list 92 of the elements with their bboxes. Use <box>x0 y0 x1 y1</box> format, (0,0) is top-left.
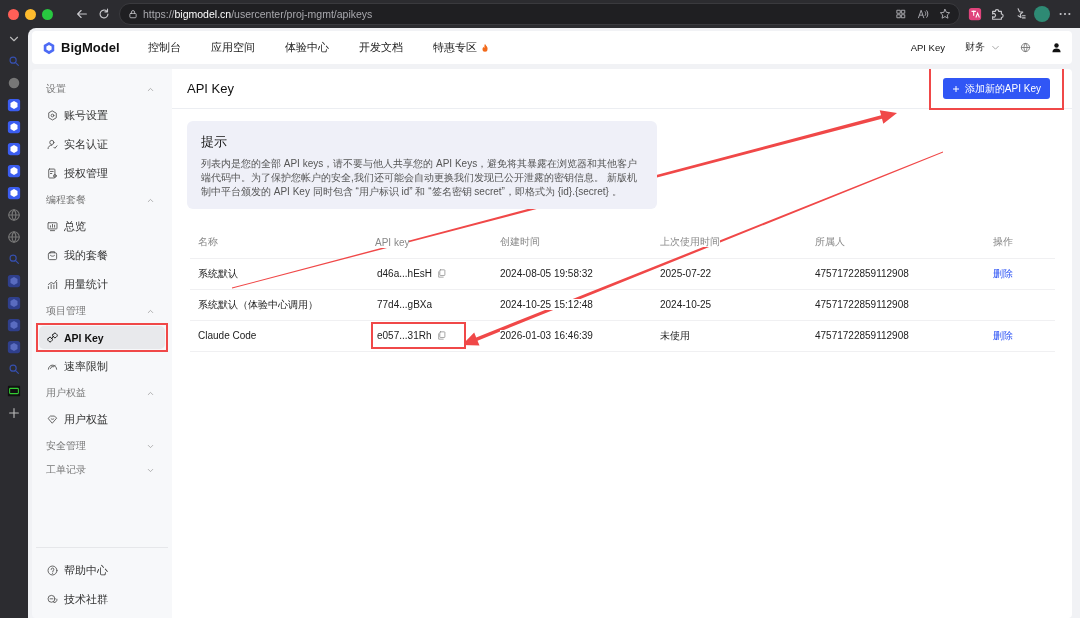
app-icon[interactable] <box>7 164 21 178</box>
plus-icon <box>951 84 960 93</box>
window-maximize-button[interactable] <box>42 8 53 20</box>
read-aloud-icon[interactable] <box>917 8 929 20</box>
group-title: 安全管理 <box>46 439 86 453</box>
help-icon <box>47 565 58 576</box>
group-title: 用户权益 <box>46 386 86 400</box>
page-title: API Key <box>187 81 234 96</box>
sidebar-item[interactable]: 速率限制 <box>39 355 165 378</box>
column-header: 创建时间 <box>500 236 540 248</box>
add-api-key-button[interactable]: 添加新的API Key <box>942 78 1050 99</box>
app-icon[interactable] <box>7 142 21 156</box>
api-key-text: d46a...hEsH <box>377 268 433 279</box>
delete-link[interactable]: 删除 <box>993 267 1013 279</box>
sidebar-item[interactable]: 用户权益 <box>39 408 165 431</box>
table-cell: 47571722859112908 <box>815 330 909 341</box>
column-header: 所属人 <box>815 236 845 248</box>
table-cell: 47571722859112908 <box>815 299 909 310</box>
nav-link[interactable]: API Key <box>910 42 945 53</box>
app-icon[interactable] <box>7 186 21 200</box>
gauge-icon <box>47 361 58 372</box>
window-minimize-button[interactable] <box>25 8 36 20</box>
hint-title: 提示 <box>201 133 228 151</box>
group-title: 项目管理 <box>46 304 86 318</box>
sidebar-item[interactable]: 账号设置 <box>39 104 165 127</box>
api-key-text: e057...31Rh <box>377 330 432 341</box>
settings-icon <box>47 110 58 121</box>
group-title: 设置 <box>46 82 66 96</box>
nav-link[interactable]: 体验中心 <box>284 40 329 55</box>
sidebar-item[interactable]: 授权管理 <box>39 162 165 185</box>
delete-link[interactable]: 删除 <box>993 329 1013 341</box>
globe-icon[interactable] <box>7 230 21 244</box>
logo-icon[interactable] <box>42 40 56 55</box>
table-cell: 系统默认 <box>198 267 238 279</box>
nav-link[interactable]: 开发文档 <box>358 40 403 55</box>
monitor-icon <box>47 221 58 232</box>
nav-link[interactable]: 应用空间 <box>210 40 255 55</box>
group-title: 工单记录 <box>46 463 86 477</box>
sidebar-item[interactable]: 技术社群 <box>39 588 165 611</box>
copy-icon[interactable] <box>437 269 447 278</box>
avatar-icon[interactable] <box>7 76 21 90</box>
sidebar-item[interactable]: API Key <box>39 326 165 349</box>
user-icon[interactable] <box>1051 42 1062 53</box>
table-cell: 2026-01-03 16:46:39 <box>500 330 593 341</box>
app-icon[interactable] <box>7 120 21 134</box>
table-cell: Claude Code <box>198 330 257 341</box>
table-cell: 2024-08-05 19:58:32 <box>500 268 593 279</box>
tag-icon <box>47 414 58 425</box>
table-cell: 2024-10-25 <box>660 299 712 310</box>
sidebar-item[interactable]: 实名认证 <box>39 133 165 156</box>
link-icon <box>47 332 58 343</box>
plus-icon[interactable] <box>7 406 21 420</box>
logo-text[interactable]: BigModel <box>61 40 120 55</box>
sidebar-item[interactable]: 我的套餐 <box>39 244 165 267</box>
table-cell: 未使用 <box>660 329 690 341</box>
back-icon[interactable] <box>75 7 89 21</box>
sidebar-item[interactable]: 总览 <box>39 215 165 238</box>
globe-icon[interactable] <box>1020 42 1031 53</box>
chat-icon <box>47 594 58 605</box>
nav-link[interactable]: 特惠专区 <box>432 40 490 55</box>
document-icon <box>47 168 58 179</box>
group-title: 编程套餐 <box>46 193 86 207</box>
user-icon <box>47 139 58 150</box>
window-close-button[interactable] <box>8 8 19 20</box>
hint-text: 列表内是您的全部 API keys，请不要与他人共享您的 API Keys，避免将其暴露在浏览器和其他客户端代码中。为了保护您帐户的安全,我们还可能会自动更换我们发现已公开泄露的密钥信息。 新版机制中平台颁发的 API Key 同时包含 “用户标识 id” 和 “签名密钥 secret”，即格式为 {id}.{secret} 。 <box>201 157 639 199</box>
address-bar[interactable]: https://bigmodel.cn/usercenter/proj-mgmt/apikeys <box>119 3 960 25</box>
url-text: https://bigmodel.cn/usercenter/proj-mgmt/apikeys <box>143 8 373 20</box>
api-key-text: 77d4...gBXa <box>377 299 433 310</box>
column-header: 上次使用时间 <box>660 236 720 248</box>
column-header: 名称 <box>198 236 218 248</box>
apps-icon[interactable] <box>895 8 907 20</box>
app-icon[interactable] <box>7 98 21 112</box>
nav-link[interactable]: 控制台 <box>147 40 181 55</box>
terminal-icon[interactable] <box>7 384 21 398</box>
menu-dropdown[interactable]: 财务 <box>965 41 1000 54</box>
sidebar-item[interactable]: 用量统计 <box>39 273 165 296</box>
table-cell: 2025-07-22 <box>660 268 712 279</box>
copy-icon[interactable] <box>436 331 446 340</box>
sidebar-item[interactable]: 帮助中心 <box>39 559 165 582</box>
star-icon[interactable] <box>939 8 951 20</box>
puzzle-icon[interactable] <box>990 7 1004 21</box>
table-cell: 47571722859112908 <box>815 268 909 279</box>
bag-icon <box>47 250 58 261</box>
profile-avatar[interactable] <box>1034 6 1050 22</box>
translate-icon[interactable] <box>968 7 982 21</box>
column-header: 操作 <box>993 236 1013 248</box>
lock-icon <box>128 9 138 19</box>
reload-icon[interactable] <box>97 7 111 21</box>
column-header: API key <box>375 236 410 248</box>
globe-icon[interactable] <box>7 208 21 222</box>
chart-icon <box>47 279 58 290</box>
table-cell: 2024-10-25 15:12:48 <box>500 299 593 310</box>
